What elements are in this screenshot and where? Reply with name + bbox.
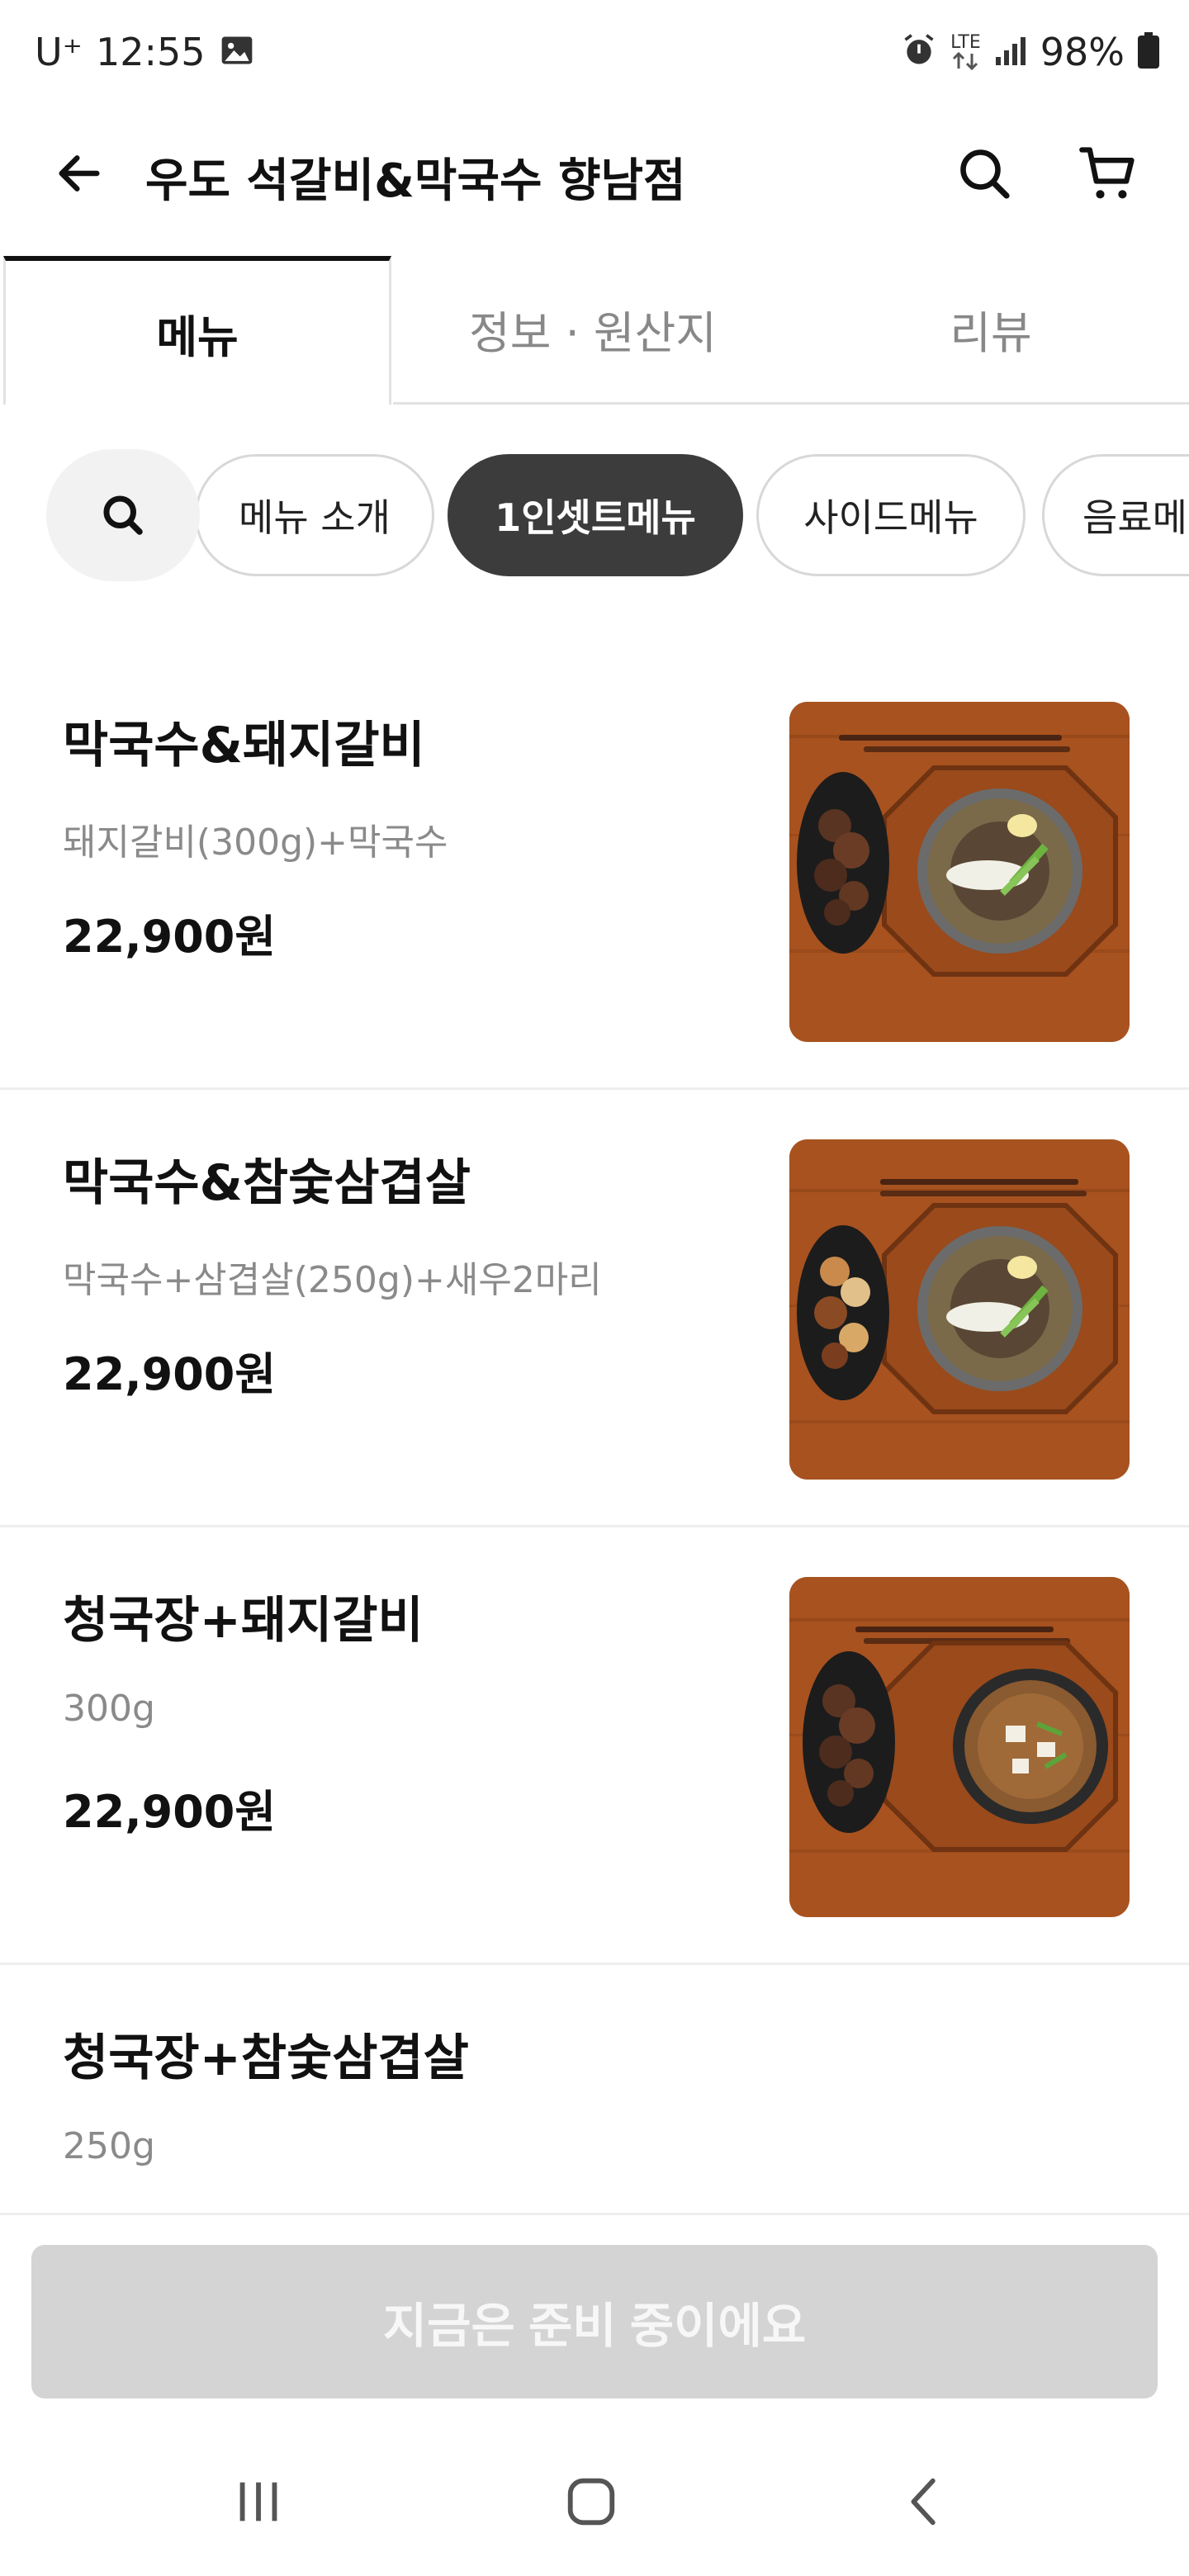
menu-item[interactable]: 청국장+참숯삼겹살 250g (0, 1965, 1189, 2213)
signal-icon (994, 34, 1027, 70)
tab-menu[interactable]: 메뉴 (3, 256, 391, 405)
chip-side-menu[interactable]: 사이드메뉴 (756, 454, 1026, 576)
menu-item[interactable]: 막국수&돼지갈비 돼지갈비(300g)+막국수 22,900원 (0, 652, 1189, 1090)
home-icon (567, 2478, 615, 2526)
category-chips: 메뉴 소개 1인셋트메뉴 사이드메뉴 음료메 (0, 449, 1189, 581)
system-back-button[interactable] (877, 2460, 976, 2543)
menu-item-price: 22,900원 (63, 1786, 277, 1838)
status-bar-right: LTE 98% (901, 30, 1159, 74)
menu-item[interactable]: 막국수&참숯삼겹살 막국수+삼겹살(250g)+새우2마리 22,900원 (0, 1090, 1189, 1527)
menu-item-description: 250g (63, 2125, 155, 2167)
search-button[interactable] (950, 139, 1019, 208)
battery-icon (1138, 32, 1159, 72)
clock: 12:55 (95, 30, 206, 74)
menu-item-description: 돼지갈비(300g)+막국수 (63, 822, 448, 864)
menu-item-name: 청국장+참숯삼겹살 (63, 2029, 469, 2087)
menu-item-description: 300g (63, 1688, 155, 1730)
tab-info-origin[interactable]: 정보 · 원산지 (393, 256, 793, 405)
chevron-left-icon (911, 2478, 936, 2526)
chip-drinks[interactable]: 음료메 (1042, 454, 1189, 576)
menu-item-photo (789, 702, 1130, 1042)
menu-item-name: 막국수&참숯삼겹살 (63, 1154, 471, 1212)
arrow-left-icon (59, 155, 100, 192)
back-button[interactable] (46, 140, 112, 206)
chip-single-set-menu[interactable]: 1인셋트메뉴 (448, 454, 743, 576)
alarm-icon (901, 32, 937, 72)
recent-apps-icon (239, 2482, 277, 2522)
cart-icon (1079, 147, 1135, 199)
store-tabs: 메뉴 정보 · 원산지 리뷰 (0, 256, 1189, 405)
bottom-action-bar: 지금은 준비 중이에요 (0, 2213, 1189, 2427)
network-label: LTE (950, 32, 981, 53)
menu-item-photo (789, 1139, 1130, 1480)
order-button-disabled[interactable]: 지금은 준비 중이에요 (31, 2245, 1158, 2398)
lte-icon: LTE (950, 34, 981, 70)
menu-search-button[interactable] (46, 449, 200, 581)
menu-item[interactable]: 청국장+돼지갈비 300g 22,900원 (0, 1527, 1189, 1965)
menu-item-description: 막국수+삼겹살(250g)+새우2마리 (63, 1259, 602, 1301)
store-title: 우도 석갈비&막국수 향남점 (145, 154, 686, 208)
gallery-notification-icon (219, 32, 255, 72)
recent-apps-button[interactable] (210, 2460, 309, 2543)
app-header: 우도 석갈비&막국수 향남점 (0, 116, 1189, 231)
tab-reviews[interactable]: 리뷰 (793, 256, 1189, 405)
menu-item-name: 청국장+돼지갈비 (63, 1592, 424, 1650)
system-nav-bar (0, 2427, 1189, 2576)
battery-level: 98% (1040, 30, 1125, 74)
cart-button[interactable] (1073, 139, 1143, 208)
search-icon (960, 149, 1010, 199)
chip-menu-intro[interactable]: 메뉴 소개 (195, 454, 434, 576)
status-bar-left: U⁺ 12:55 (35, 30, 255, 74)
menu-item-name: 막국수&돼지갈비 (63, 717, 425, 774)
menu-item-price: 22,900원 (63, 1348, 277, 1400)
carrier-label: U⁺ (35, 30, 83, 74)
home-button[interactable] (542, 2460, 641, 2543)
menu-item-photo (789, 1577, 1130, 1917)
search-icon (103, 495, 143, 535)
menu-item-price: 22,900원 (63, 911, 277, 963)
status-bar: U⁺ 12:55 LTE 98% (0, 0, 1189, 112)
